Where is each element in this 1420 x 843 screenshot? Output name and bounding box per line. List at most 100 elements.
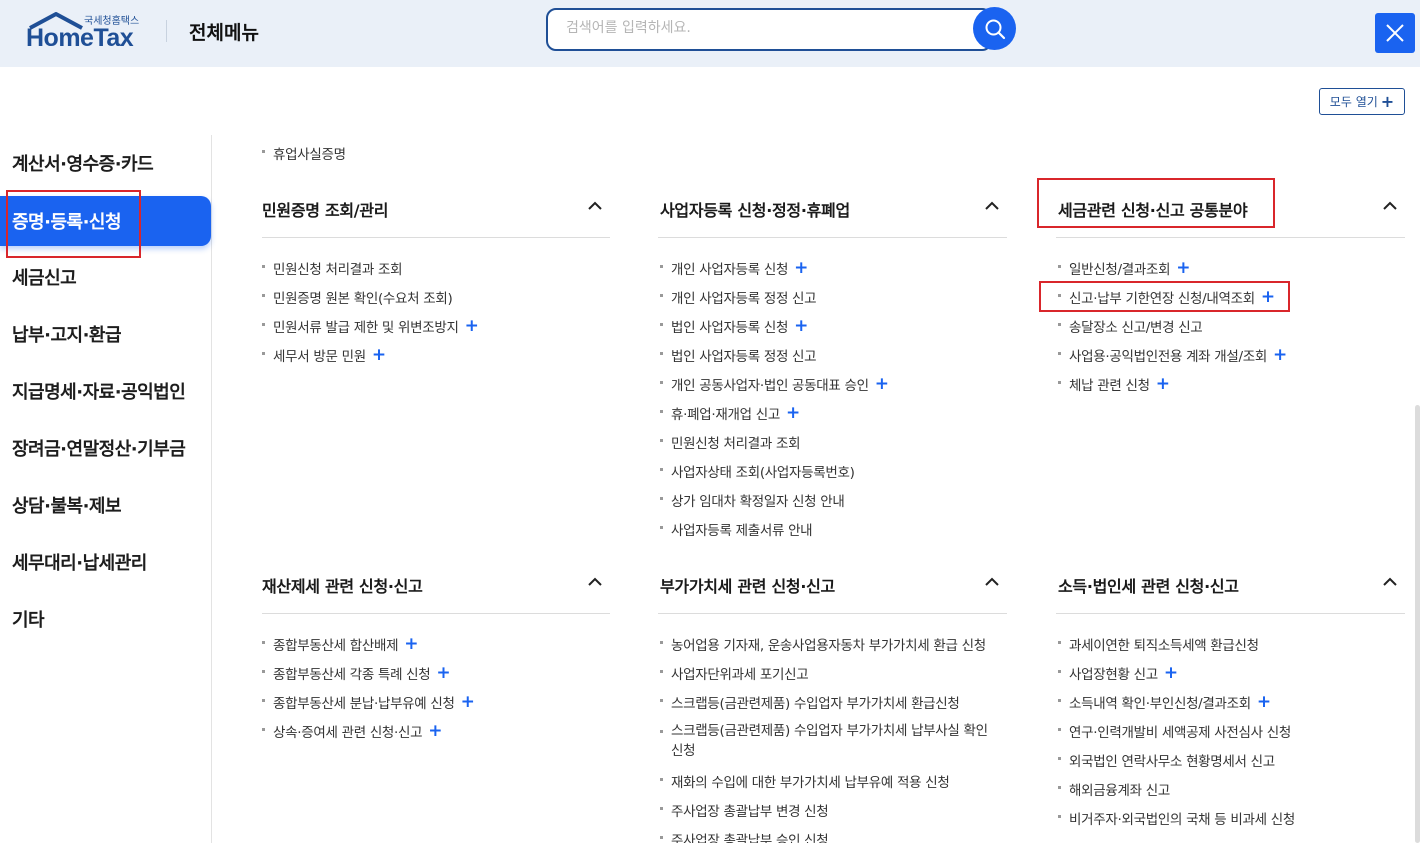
sidebar-item-tax-return[interactable]: 세금신고: [0, 252, 211, 302]
list-item[interactable]: 송달장소 신고/변경 신고: [1058, 316, 1203, 336]
list-item[interactable]: 소득내역 확인·부인신청/결과조회 +: [1058, 692, 1271, 712]
page-title: 전체메뉴: [189, 22, 259, 44]
bullet-icon: [1058, 698, 1061, 702]
list-item[interactable]: 법인 사업자등록 신청 +: [660, 316, 808, 336]
list-item[interactable]: 세무서 방문 민원 +: [262, 345, 386, 365]
list-item[interactable]: 민원증명 원본 확인(수요처 조회): [262, 287, 453, 307]
section-title-property-tax[interactable]: 재산제세 관련 신청·신고: [262, 573, 423, 597]
plus-icon: +: [1256, 691, 1271, 712]
plus-icon: +: [1155, 373, 1170, 394]
sidebar-item-consult-appeal[interactable]: 상담·불복·제보: [0, 480, 211, 530]
sidebar-item-invoice-receipt-card[interactable]: 계산서·영수증·카드: [0, 138, 211, 188]
bullet-icon: [262, 322, 265, 326]
list-item[interactable]: 상속·증여세 관련 신청·신고 +: [262, 721, 443, 741]
search-button[interactable]: [973, 7, 1016, 50]
chevron-up-icon[interactable]: [588, 201, 602, 211]
list-item[interactable]: 휴업사실증명: [262, 143, 346, 163]
list-item[interactable]: 법인 사업자등록 정정 신고: [660, 345, 817, 365]
list-item-label: 사업자단위과세 포기신고: [671, 667, 809, 683]
list-item[interactable]: 주사업장 총괄납부 변경 신청: [660, 800, 829, 820]
sidebar-item-label: 상담·불복·제보: [12, 496, 122, 517]
bullet-icon: [262, 149, 265, 153]
list-item[interactable]: 비거주자·외국법인의 국채 등 비과세 신청: [1058, 808, 1295, 828]
chevron-up-icon[interactable]: [985, 201, 999, 211]
list-item-label: 외국법인 연락사무소 현황명세서 신고: [1069, 754, 1275, 770]
chevron-up-icon[interactable]: [1383, 201, 1397, 211]
list-item[interactable]: 민원신청 처리결과 조회: [660, 432, 800, 452]
section-title-income-corporate-tax[interactable]: 소득·법인세 관련 신청·신고: [1058, 573, 1239, 597]
list-item[interactable]: 휴·폐업·재개업 신고 +: [660, 403, 800, 423]
list-item-label: 사업장현황 신고: [1069, 667, 1158, 683]
chevron-up-icon[interactable]: [985, 577, 999, 587]
list-item[interactable]: 해외금융계좌 신고: [1058, 779, 1170, 799]
bullet-icon: [660, 806, 663, 810]
plus-icon: +: [436, 662, 451, 683]
list-item[interactable]: 농어업용 기자재, 운송사업용자동차 부가가치세 환급 신청: [660, 634, 986, 654]
list-item[interactable]: 개인 공동사업자·법인 공동대표 승인 +: [660, 374, 889, 394]
list-item-label: 농어업용 기자재, 운송사업용자동차 부가가치세 환급 신청: [671, 638, 986, 654]
sidebar-item-label: 증명·등록·신청: [12, 212, 122, 233]
section-title-business-registration[interactable]: 사업자등록 신청·정정·휴폐업: [660, 197, 850, 221]
list-item[interactable]: 사업장현황 신고 +: [1058, 663, 1178, 683]
scrollbar[interactable]: [1415, 405, 1420, 843]
list-item[interactable]: 재화의 수입에 대한 부가가치세 납부유예 적용 신청: [660, 771, 950, 791]
list-item[interactable]: 민원신청 처리결과 조회: [262, 258, 402, 278]
list-item[interactable]: 종합부동산세 합산배제 +: [262, 634, 418, 654]
bullet-icon: [660, 496, 663, 500]
bullet-icon: [262, 351, 265, 355]
list-item-label: 법인 사업자등록 정정 신고: [671, 349, 817, 365]
sidebar-item-incentive-yearend[interactable]: 장려금·연말정산·기부금: [0, 423, 211, 473]
bullet-icon: [660, 380, 663, 384]
bullet-icon: [262, 727, 265, 731]
bullet-icon: [1058, 264, 1061, 268]
list-item[interactable]: 상가 임대차 확정일자 신청 안내: [660, 490, 845, 510]
list-item[interactable]: 사업자상태 조회(사업자등록번호): [660, 461, 855, 481]
list-item[interactable]: 외국법인 연락사무소 현황명세서 신고: [1058, 750, 1275, 770]
list-item[interactable]: 종합부동산세 각종 특례 신청 +: [262, 662, 451, 683]
list-item[interactable]: 개인 사업자등록 정정 신고: [660, 287, 817, 307]
list-item[interactable]: 주사업장 총괄납부 승인 신청: [660, 829, 829, 843]
hometax-logo[interactable]: 국세청홈택스 HomeTax: [26, 10, 148, 52]
list-item[interactable]: 신고·납부 기한연장 신청/내역조회 +: [1058, 287, 1275, 307]
section-title-vat[interactable]: 부가가치세 관련 신청·신고: [660, 573, 835, 597]
list-item[interactable]: 사업자단위과세 포기신고: [660, 663, 809, 683]
bullet-icon: [1058, 351, 1061, 355]
section-title-tax-common[interactable]: 세금관련 신청·신고 공통분야: [1058, 197, 1248, 221]
list-item[interactable]: 사업자등록 제출서류 안내: [660, 519, 813, 539]
list-item[interactable]: 일반신청/결과조회 +: [1058, 258, 1190, 278]
sidebar-item-payment-refund[interactable]: 납부·고지·환급: [0, 309, 211, 359]
list-item-label: 체납 관련 신청: [1069, 378, 1150, 394]
bullet-icon: [660, 698, 663, 702]
list-item-label: 스크랩등(금관련제품) 수입업자 부가가치세 납부사실 확인신청: [671, 723, 988, 759]
list-item[interactable]: 민원서류 발급 제한 및 위변조방지 +: [262, 316, 479, 336]
list-item[interactable]: 연구·인력개발비 세액공제 사전심사 신청: [1058, 721, 1291, 741]
list-item-label: 연구·인력개발비 세액공제 사전심사 신청: [1069, 725, 1292, 741]
list-item-label: 민원서류 발급 제한 및 위변조방지: [273, 320, 459, 336]
list-item-label: 해외금융계좌 신고: [1069, 783, 1170, 799]
close-button[interactable]: [1375, 13, 1415, 53]
sidebar-item-certificate-registration[interactable]: 증명·등록·신청: [0, 196, 211, 246]
list-item-label: 스크랩등(금관련제품) 수입업자 부가가치세 환급신청: [671, 696, 960, 712]
list-item[interactable]: 과세이연한 퇴직소득세액 환급신청: [1058, 634, 1259, 654]
search-icon: [985, 19, 1005, 39]
bullet-icon: [262, 640, 265, 644]
sidebar-item-tax-agent[interactable]: 세무대리·납세관리: [0, 537, 211, 587]
list-item[interactable]: 사업용·공익법인전용 계좌 개설/조회 +: [1058, 345, 1287, 365]
chevron-up-icon[interactable]: [588, 577, 602, 587]
logo-big-text: HomeTax: [26, 24, 134, 52]
bullet-icon: [1058, 727, 1061, 731]
chevron-up-icon[interactable]: [1383, 577, 1397, 587]
list-item-label: 소득내역 확인·부인신청/결과조회: [1069, 696, 1251, 712]
list-item[interactable]: 체납 관련 신청 +: [1058, 374, 1170, 394]
list-item[interactable]: 개인 사업자등록 신청 +: [660, 258, 808, 278]
sidebar-item-payment-statement[interactable]: 지급명세·자료·공익법인: [0, 366, 211, 416]
list-item[interactable]: 종합부동산세 분납·납부유예 신청 +: [262, 692, 475, 712]
section-title-civil-certificate[interactable]: 민원증명 조회/관리: [262, 197, 388, 221]
open-all-button[interactable]: 모두 열기 +: [1319, 88, 1405, 115]
list-item-label: 상가 임대차 확정일자 신청 안내: [671, 494, 845, 510]
sidebar-item-etc[interactable]: 기타: [0, 594, 211, 644]
search-input[interactable]: [566, 20, 946, 36]
list-item[interactable]: 스크랩등(금관련제품) 수입업자 부가가치세 납부사실 확인신청: [660, 721, 990, 761]
list-item-label: 민원신청 처리결과 조회: [273, 262, 403, 278]
list-item[interactable]: 스크랩등(금관련제품) 수입업자 부가가치세 환급신청: [660, 692, 960, 712]
